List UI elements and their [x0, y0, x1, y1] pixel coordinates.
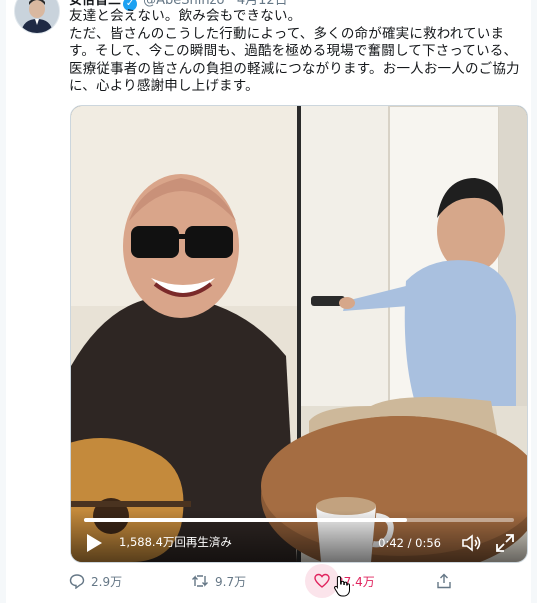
play-button[interactable] [85, 533, 103, 553]
right-column-edge [530, 0, 537, 603]
play-icon [87, 534, 102, 552]
user-handle[interactable]: @AbeShinzo [143, 0, 224, 8]
video-player[interactable]: 1,588.4万回再生済み 0:42 / 0:56 [70, 105, 528, 563]
volume-icon [462, 534, 481, 552]
video-frame [71, 106, 527, 562]
share-button[interactable] [436, 570, 458, 592]
reply-count: 2.9万 [91, 574, 123, 589]
volume-button[interactable] [461, 533, 483, 553]
tweet-actions: 2.9万 9.7万 37.4万 [69, 564, 469, 598]
retweet-icon [192, 575, 208, 587]
avatar[interactable] [14, 0, 60, 34]
reply-icon [69, 574, 85, 589]
view-count: 1,588.4万回再生済み [119, 535, 232, 549]
share-icon [437, 573, 451, 589]
fullscreen-icon [496, 534, 514, 552]
tweet[interactable]: 安倍晋三 ✓ @AbeShinzo · 4月12日 友達と会えない。飲み会もできな… [6, 0, 531, 603]
progress-bar[interactable] [84, 518, 514, 522]
hand-cursor-icon [334, 575, 350, 597]
page: 安倍晋三 ✓ @AbeShinzo · 4月12日 友達と会えない。飲み会もできな… [0, 0, 537, 603]
reply-button[interactable]: 2.9万 [69, 570, 122, 592]
video-controls: 1,588.4万回再生済み 0:42 / 0:56 [71, 510, 527, 562]
fullscreen-button[interactable] [495, 533, 515, 553]
progress-fill [84, 518, 407, 522]
heart-icon [314, 573, 330, 588]
time-display: 0:42 / 0:56 [378, 536, 441, 550]
retweet-count: 9.7万 [215, 574, 247, 589]
display-name[interactable]: 安倍晋三 [69, 0, 121, 8]
header-separator: · [228, 0, 233, 8]
retweet-button[interactable]: 9.7万 [191, 570, 246, 592]
tweet-date[interactable]: 4月12日 [237, 0, 288, 8]
tweet-text: 友達と会えない。飲み会もできない。 ただ、皆さんのこうした行動によって、多くの命… [69, 8, 520, 94]
